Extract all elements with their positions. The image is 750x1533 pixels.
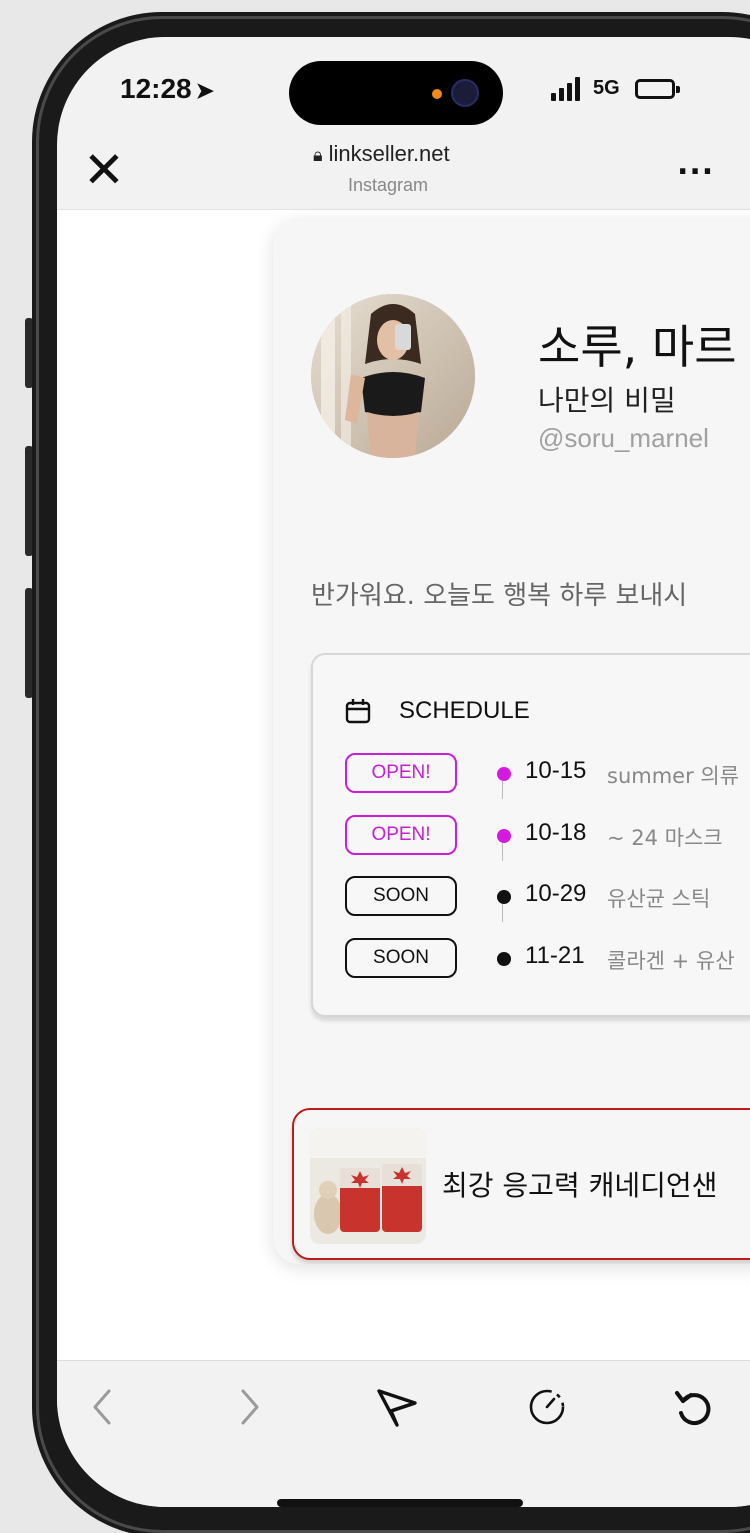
lock-icon: 🔒︎ <box>313 145 323 165</box>
profile-tagline: 나만의 비밀 <box>538 384 676 417</box>
refresh-icon[interactable] <box>669 1383 717 1431</box>
camera-lens <box>451 79 479 107</box>
url-bar[interactable]: 🔒︎ linkseller.net <box>313 141 450 167</box>
screen: 12:28 ➤ 5G ✕ 🔒︎ linkseller.net Instagram .… <box>57 37 750 1507</box>
schedule-date: 10-15 <box>525 757 587 784</box>
schedule-date: 11-21 <box>525 942 585 969</box>
calendar-icon <box>345 699 371 724</box>
dynamic-island <box>289 61 503 125</box>
more-button[interactable]: ... <box>677 147 714 182</box>
status-badge: OPEN! <box>345 753 457 793</box>
url-source: Instagram <box>348 175 429 195</box>
status-badge: SOON <box>345 938 457 978</box>
share-icon[interactable] <box>373 1383 421 1431</box>
schedule-title: SCHEDULE <box>399 697 530 724</box>
status-badge: SOON <box>345 876 457 916</box>
signal-icon <box>551 77 580 101</box>
timeline-dot <box>497 829 511 843</box>
timeline-dot <box>497 890 511 904</box>
network-label: 5G <box>593 77 620 99</box>
schedule-text: ~ 24 마스크 <box>607 826 723 850</box>
schedule-header: SCHEDULE <box>345 697 530 725</box>
product-link-card[interactable]: 최강 응고력 캐네디언샌 <box>292 1108 750 1260</box>
profile-name: 소루, 마르 <box>538 320 737 374</box>
profile-handle[interactable]: @soru_marnel <box>538 423 709 454</box>
schedule-text: 유산균 스틱 <box>607 887 711 911</box>
status-time: 12:28 ➤ <box>120 73 215 104</box>
product-title: 최강 응고력 캐네디언샌 <box>442 1169 718 1202</box>
phone-device: 12:28 ➤ 5G ✕ 🔒︎ linkseller.net Instagram .… <box>0 0 750 1533</box>
schedule-date: 10-29 <box>525 880 587 907</box>
schedule-box: SCHEDULE OPEN! 10-15 summer 의류 OPEN! 10-… <box>311 653 750 1017</box>
forward-icon[interactable] <box>225 1383 273 1431</box>
close-button[interactable]: ✕ <box>83 145 125 195</box>
url-text: linkseller.net <box>328 141 450 166</box>
timeline-dot <box>497 952 511 966</box>
location-arrow-icon: ➤ <box>195 78 215 103</box>
schedule-text: 콜라겐 + 유산 <box>607 949 735 973</box>
timeline-dot <box>497 767 511 781</box>
compass-icon[interactable] <box>523 1383 571 1431</box>
web-content: 소루, 마르 나만의 비밀 @soru_marnel 반가워요. 오늘도 행복 … <box>57 210 750 1360</box>
schedule-text: summer 의류 <box>607 764 740 788</box>
privacy-indicator <box>432 89 442 99</box>
profile-card: 소루, 마르 나만의 비밀 @soru_marnel 반가워요. 오늘도 행복 … <box>273 219 750 1264</box>
avatar[interactable] <box>311 294 475 458</box>
battery-icon <box>635 79 680 99</box>
home-indicator[interactable] <box>277 1499 523 1507</box>
schedule-date: 10-18 <box>525 819 587 846</box>
status-badge: OPEN! <box>345 815 457 855</box>
back-icon[interactable] <box>79 1383 127 1431</box>
product-image <box>310 1128 426 1244</box>
greeting-text: 반가워요. 오늘도 행복 하루 보내시 <box>311 581 688 611</box>
